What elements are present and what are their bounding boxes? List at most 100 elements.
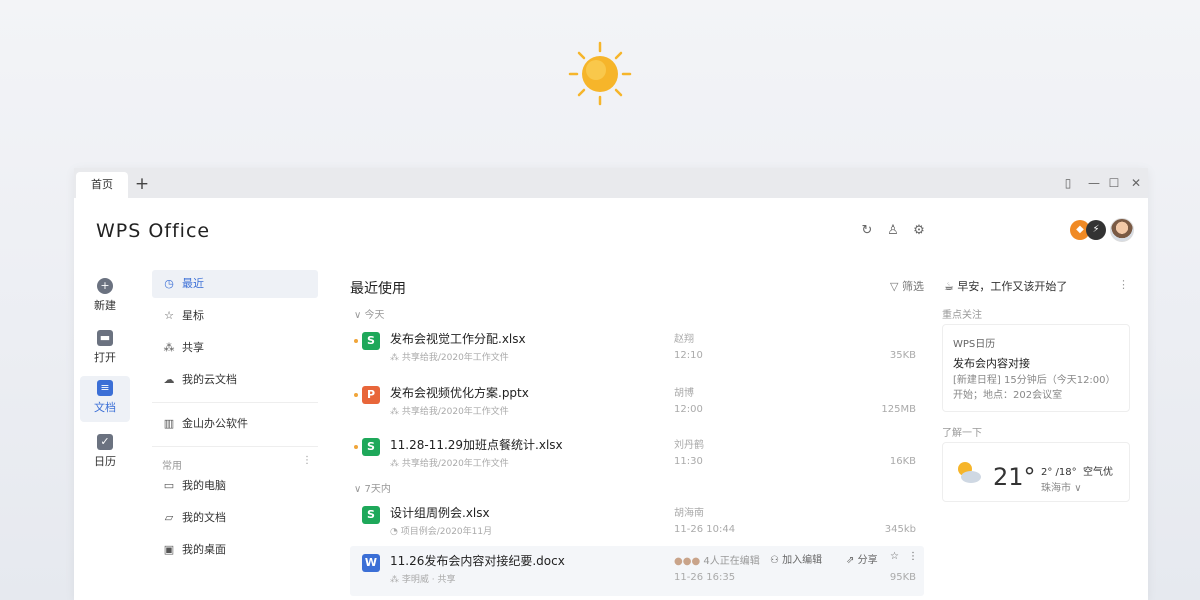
spreadsheet-icon: S	[362, 506, 380, 524]
file-user: 胡博	[674, 388, 694, 399]
nav-starred[interactable]: ☆ 星标	[152, 302, 318, 330]
chevron-down-icon: ∨	[354, 484, 365, 495]
clock-icon: ◷	[164, 277, 174, 290]
file-size: 16KB	[889, 456, 916, 467]
share-icon: ⇗	[846, 555, 855, 566]
temperature-range: 2° /18° 空气优	[1041, 467, 1113, 478]
folder-icon: ▱	[164, 511, 174, 524]
filter-icon: ▽	[890, 280, 899, 293]
file-row[interactable]: S 设计组周例会.xlsx ◔ 项目例会/2020年11月 胡海南 11-26 …	[350, 498, 924, 548]
file-row[interactable]: S 11.28-11.29加班点餐统计.xlsx ⁂ 共享给我/2020年工作文…	[350, 430, 924, 480]
rail-calendar[interactable]: ✓ 日历	[80, 430, 130, 476]
file-path: ⁂ 共享给我/2020年工作文件	[390, 407, 509, 417]
calendar-detail: [新建日程] 15分钟后（今天12:00）开始；地点：202会议室	[953, 375, 1116, 401]
monitor-icon: ▭	[163, 479, 175, 492]
calendar-card[interactable]: WPS日历 发布会内容对接 [新建日程] 15分钟后（今天12:00）开始；地点…	[942, 324, 1130, 412]
collaborator-avatars: ●●●	[674, 556, 701, 567]
panel-more-icon[interactable]: ⋮	[1118, 278, 1129, 291]
rail-new[interactable]: + 新建	[80, 274, 130, 320]
nav-my-computer[interactable]: ▭ 我的电脑	[152, 472, 318, 500]
file-path: ⁂ 李明威 · 共享	[390, 575, 456, 585]
file-row[interactable]: P 发布会视频优化方案.pptx ⁂ 共享给我/2020年工作文件 胡博 12:…	[350, 378, 924, 428]
file-name: 设计组周例会.xlsx	[390, 506, 490, 520]
star-icon[interactable]: ☆	[890, 551, 899, 562]
unread-dot	[354, 339, 358, 343]
join-edit-button[interactable]: ⚇ 加入编辑	[770, 551, 822, 566]
skin-icon[interactable]: ♙	[884, 222, 902, 240]
cloud-icon: ☁	[163, 373, 175, 386]
group-today[interactable]: ∨ 今天	[354, 306, 385, 321]
file-date: 12:10	[674, 350, 703, 361]
file-date: 11-26 10:44	[674, 524, 736, 535]
file-user: 刘丹鹤	[674, 440, 704, 451]
filter-button[interactable]: ▽ 筛选	[890, 278, 924, 294]
desktop-icon: ▣	[163, 543, 175, 556]
city-selector[interactable]: 珠海市 ∨	[1041, 479, 1082, 494]
wps-logo: WPS Office	[96, 220, 211, 242]
calendar-event: 发布会内容对接	[953, 357, 1030, 370]
nav-shared[interactable]: ⁂ 共享	[152, 334, 318, 362]
file-name: 发布会视觉工作分配.xlsx	[390, 332, 526, 346]
file-name: 11.26发布会内容对接纪要.docx	[390, 554, 565, 568]
presentation-icon: P	[362, 386, 380, 404]
user-plus-icon: ⚇	[770, 555, 779, 566]
tab-home[interactable]: 首页	[76, 172, 128, 198]
sun-icon	[568, 41, 632, 106]
nav-divider	[152, 446, 318, 447]
know-label: 了解一下	[942, 428, 982, 439]
chevron-down-icon: ∨	[354, 310, 365, 321]
file-name: 11.28-11.29加班点餐统计.xlsx	[390, 438, 563, 452]
plus-icon: +	[97, 278, 113, 294]
file-size: 125MB	[881, 404, 916, 415]
file-row[interactable]: W 11.26发布会内容对接纪要.docx ⁂ 李明威 · 共享 ●●● 4人正…	[350, 546, 924, 596]
partly-cloudy-icon	[958, 462, 981, 483]
folder-icon: ▬	[97, 330, 113, 346]
word-document-icon: W	[362, 554, 380, 572]
share-button[interactable]: ⇗ 分享	[846, 551, 878, 566]
file-user: 赵翔	[674, 334, 694, 345]
file-path: ⁂ 共享给我/2020年工作文件	[390, 353, 509, 363]
star-icon: ☆	[164, 309, 174, 322]
nav-cloud-docs[interactable]: ☁ 我的云文档	[152, 366, 318, 394]
minimize-icon[interactable]: —	[1084, 173, 1104, 193]
document-icon: ≡	[97, 380, 113, 396]
rail-open[interactable]: ▬ 打开	[80, 326, 130, 372]
nav-recent[interactable]: ◷ 最近	[152, 270, 318, 298]
sync-icon[interactable]: ↻	[858, 222, 876, 240]
focus-label: 重点关注	[942, 310, 982, 321]
close-icon[interactable]: ✕	[1126, 173, 1146, 193]
file-path: ◔ 项目例会/2020年11月	[390, 527, 493, 537]
coffee-icon: ☕	[944, 280, 954, 293]
group-week[interactable]: ∨ 7天内	[354, 480, 391, 495]
file-date: 11-26 16:35	[674, 572, 736, 583]
page-title: 最近使用	[350, 281, 406, 297]
file-path: ⁂ 共享给我/2020年工作文件	[390, 459, 509, 469]
file-row[interactable]: S 发布会视觉工作分配.xlsx ⁂ 共享给我/2020年工作文件 赵翔 12:…	[350, 324, 924, 374]
chevron-down-icon: ∨	[1074, 483, 1082, 494]
wps-window: 首页 + ▯ — ☐ ✕ WPS Office ↻ ♙ ⚙ ◆ ⚡ + 新建 ▬…	[74, 168, 1148, 600]
rail-documents[interactable]: ≡ 文档	[80, 376, 130, 422]
weather-card[interactable]: 21° 2° /18° 空气优 珠海市 ∨	[942, 442, 1130, 502]
nav-my-desktop[interactable]: ▣ 我的桌面	[152, 536, 318, 564]
file-size: 345kb	[884, 524, 916, 535]
avatar[interactable]	[1110, 218, 1134, 242]
app-header: WPS Office ↻ ♙ ⚙ ◆ ⚡	[74, 198, 1148, 268]
restore-icon[interactable]: ▯	[1058, 173, 1078, 193]
file-date: 12:00	[674, 404, 703, 415]
add-tab-button[interactable]: +	[132, 172, 152, 196]
nav-my-documents[interactable]: ▱ 我的文档	[152, 504, 318, 532]
settings-icon[interactable]: ⚙	[910, 222, 928, 240]
spreadsheet-icon: S	[362, 438, 380, 456]
unread-dot	[354, 393, 358, 397]
maximize-icon[interactable]: ☐	[1104, 173, 1124, 193]
nav-company[interactable]: ▥ 金山办公软件	[152, 410, 318, 438]
calendar-icon: ✓	[97, 434, 113, 450]
building-icon: ▥	[163, 417, 175, 430]
unread-dot	[354, 445, 358, 449]
temperature: 21°	[993, 463, 1036, 491]
common-more-icon[interactable]: ⋮	[302, 455, 312, 466]
file-size: 35KB	[889, 350, 916, 361]
spreadsheet-icon: S	[362, 332, 380, 350]
more-icon[interactable]: ⋮	[908, 551, 918, 562]
lightning-badge-icon[interactable]: ⚡	[1086, 220, 1106, 240]
